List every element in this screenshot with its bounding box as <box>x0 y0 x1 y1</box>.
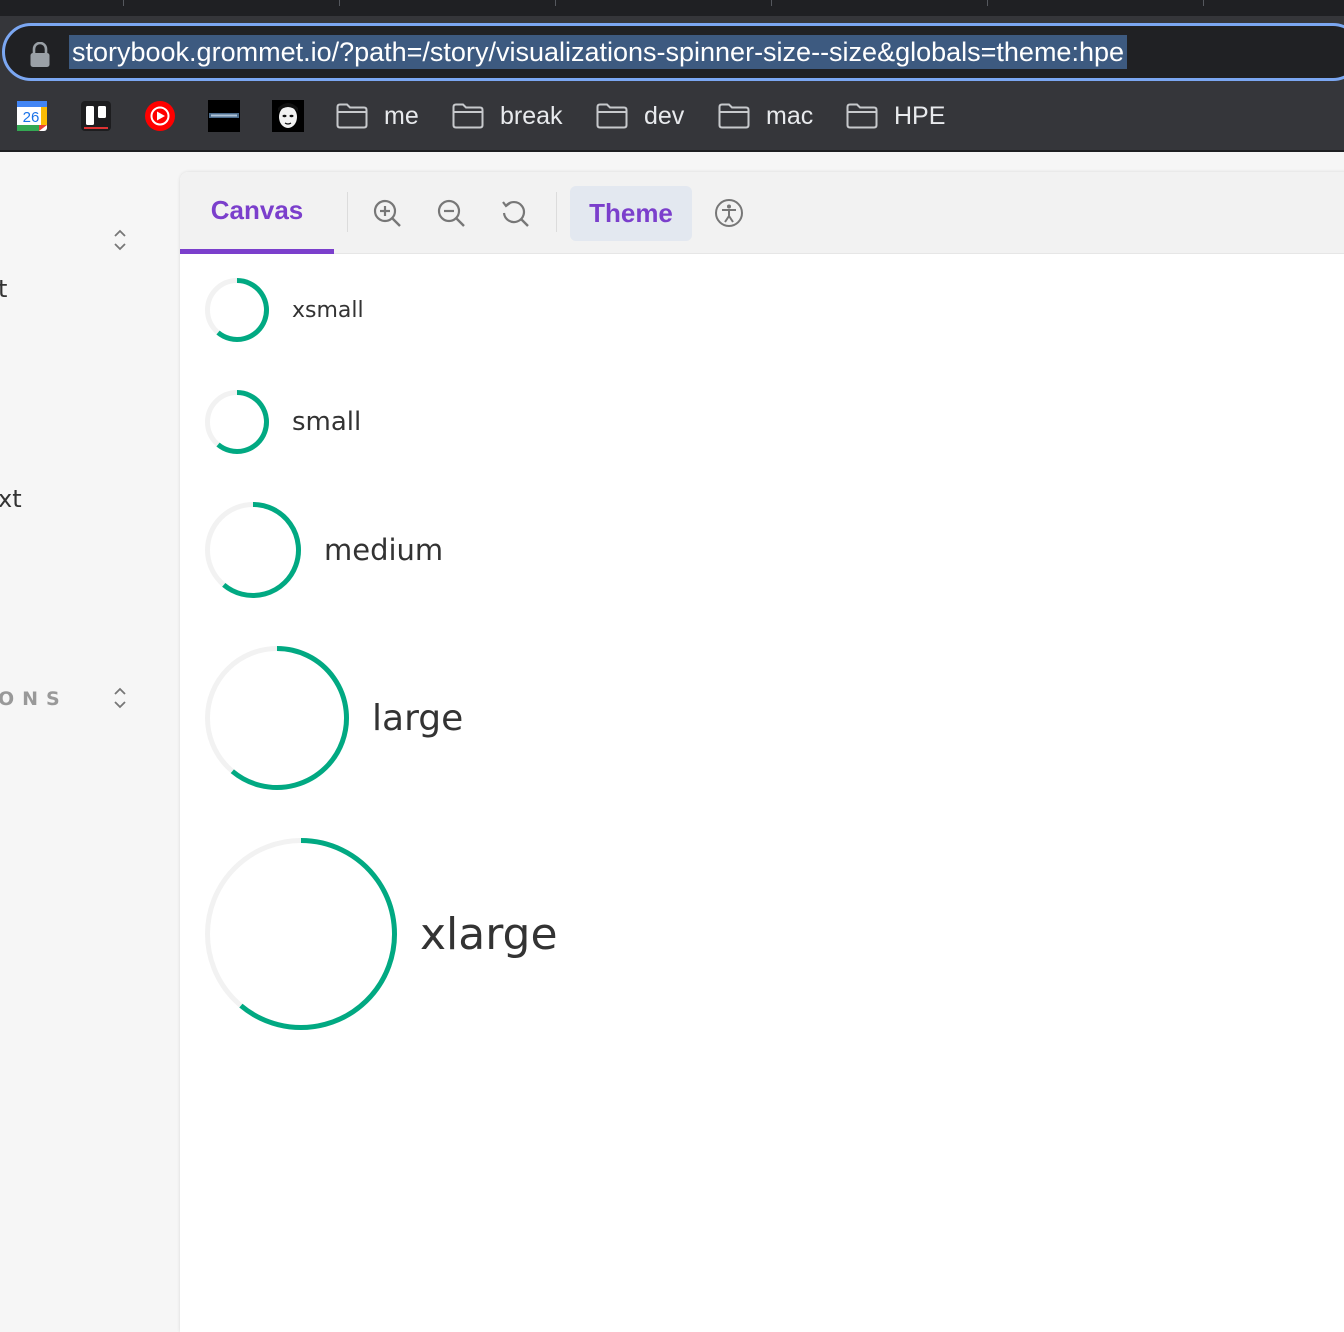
folder-icon <box>718 103 750 129</box>
bookmark-folder-label: break <box>500 101 563 130</box>
spinner-small <box>205 390 269 454</box>
folder-icon <box>846 103 878 129</box>
spinner-row-xlarge: xlarge <box>204 837 558 1031</box>
address-bar[interactable]: storybook.grommet.io/?path=/story/visual… <box>2 23 1344 81</box>
tab-separator <box>1203 0 1204 6</box>
url-text[interactable]: storybook.grommet.io/?path=/story/visual… <box>69 35 1127 69</box>
spinner-size-label: medium <box>324 533 444 567</box>
sidebar-item-fragment[interactable]: t <box>0 275 7 303</box>
bookmark-folder-hpe[interactable]: HPE <box>846 100 945 132</box>
tab-canvas[interactable]: Canvas <box>180 172 334 254</box>
site-banner-icon[interactable] <box>208 100 240 132</box>
spinner-xsmall <box>205 278 269 342</box>
folder-icon <box>596 103 628 129</box>
folder-icon <box>452 103 484 129</box>
tab-strip <box>0 0 1344 16</box>
spinner-row-medium: medium <box>204 501 443 599</box>
spinner-row-large: large <box>204 645 463 791</box>
spinner-size-label: xlarge <box>420 908 558 960</box>
storybook-sidebar: t xt ONS <box>0 154 180 1320</box>
bookmark-folder-label: mac <box>766 101 814 130</box>
calendar-day: 26 <box>23 109 40 126</box>
theme-button[interactable]: Theme <box>570 186 692 241</box>
google-calendar-icon[interactable]: 26 <box>16 100 48 132</box>
accessibility-icon[interactable] <box>714 198 744 228</box>
bookmark-folder-me[interactable]: me <box>336 100 419 132</box>
bookmarks-bar: 26 me break dev mac HPE <box>0 86 1344 152</box>
spinner-xlarge <box>205 838 397 1030</box>
youtube-music-icon[interactable] <box>144 100 176 132</box>
preview-panel: Canvas Theme xsmall small medium large x… <box>180 172 1344 1332</box>
bookmark-folder-break[interactable]: break <box>452 100 563 132</box>
reset-zoom-icon[interactable] <box>500 198 530 228</box>
toolbar-divider <box>556 192 557 232</box>
sidebar-section-label: ONS <box>0 688 68 710</box>
trello-icon[interactable] <box>80 100 112 132</box>
tab-separator <box>987 0 988 6</box>
bookmark-folder-mac[interactable]: mac <box>718 100 813 132</box>
bookmark-folder-label: me <box>384 101 419 130</box>
lock-icon[interactable] <box>29 42 51 68</box>
bookmark-folder-dev[interactable]: dev <box>596 100 684 132</box>
folder-icon <box>336 103 368 129</box>
spinner-large <box>205 646 350 790</box>
tab-separator <box>771 0 772 6</box>
spinner-medium <box>205 502 301 598</box>
bookmark-folder-label: dev <box>644 101 685 130</box>
tab-separator <box>555 0 556 6</box>
sidebar-item-fragment[interactable]: xt <box>0 485 22 513</box>
address-bar-row: storybook.grommet.io/?path=/story/visual… <box>0 16 1344 86</box>
spinner-row-xsmall: xsmall <box>204 277 364 343</box>
tab-separator <box>123 0 124 6</box>
spinner-size-label: small <box>292 407 362 437</box>
zoom-in-icon[interactable] <box>372 198 402 228</box>
preview-toolbar: Canvas Theme <box>180 172 1344 254</box>
expand-collapse-icon[interactable] <box>112 227 128 253</box>
bookmark-folder-label: HPE <box>894 101 946 130</box>
toolbar-divider <box>347 192 348 232</box>
portrait-icon[interactable] <box>272 100 304 132</box>
spinner-size-label: large <box>372 697 464 739</box>
spinner-row-small: small <box>204 389 361 455</box>
zoom-out-icon[interactable] <box>436 198 466 228</box>
spinner-size-label: xsmall <box>292 297 364 323</box>
tab-separator <box>339 0 340 6</box>
expand-collapse-icon[interactable] <box>112 685 128 711</box>
